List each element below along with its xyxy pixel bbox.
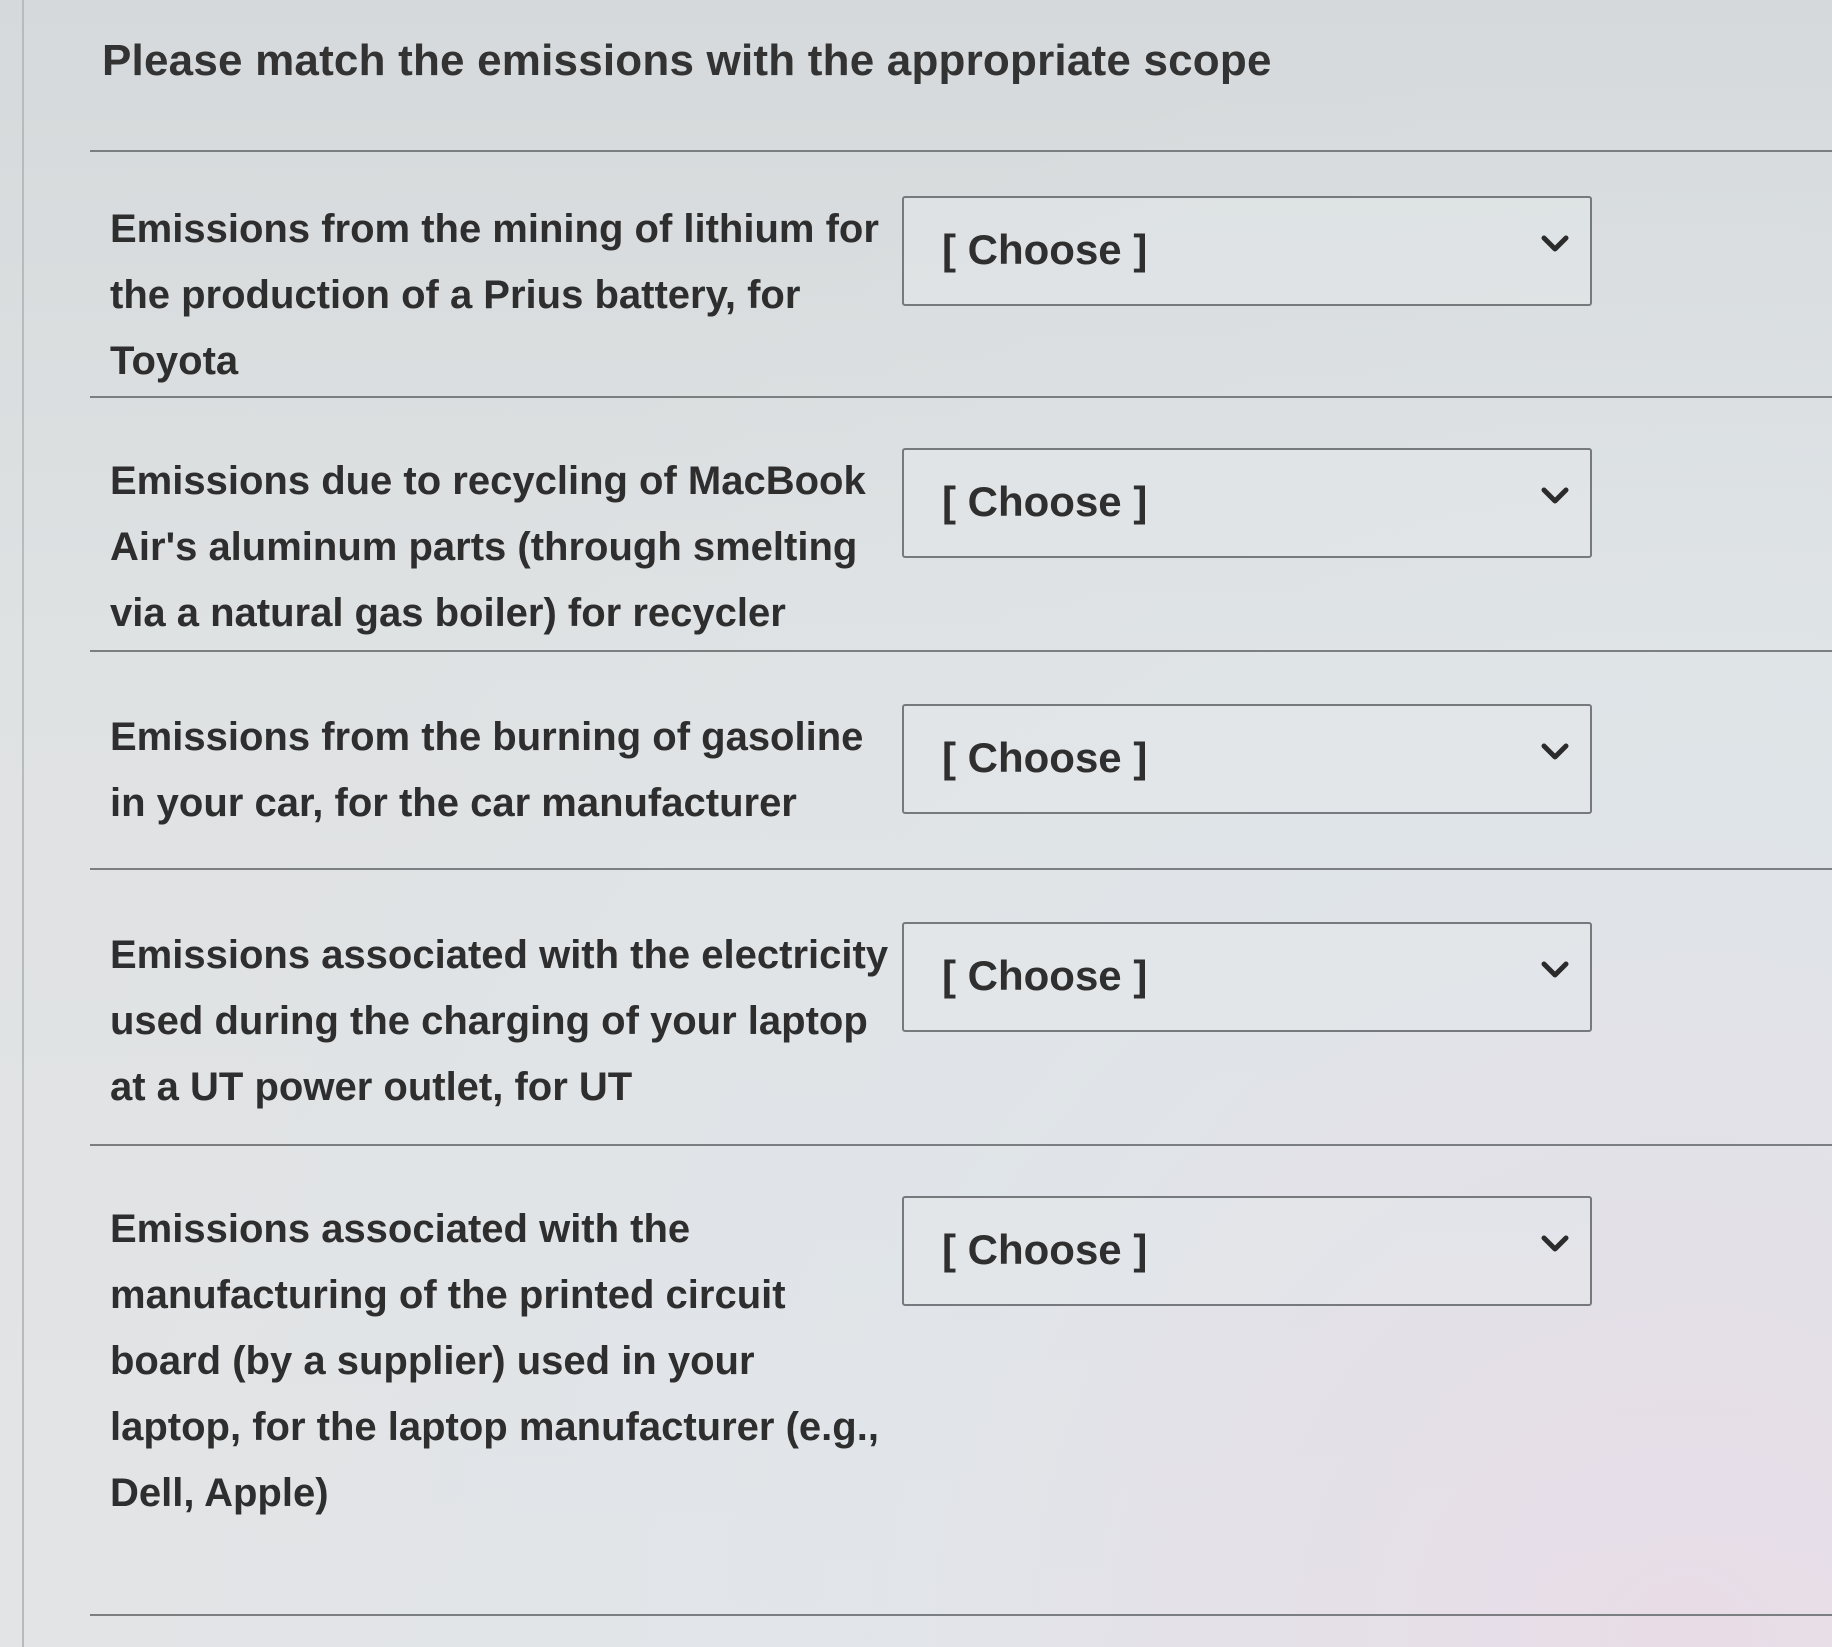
left-border <box>22 0 24 1647</box>
chevron-down-icon <box>1541 487 1569 504</box>
row-divider-4 <box>90 1144 1832 1146</box>
row-divider-2 <box>90 650 1832 652</box>
row-divider-3 <box>90 868 1832 870</box>
scope-select-value-3: [ Choose ] <box>942 734 1148 781</box>
matching-question: Please match the emissions with the appr… <box>80 0 1832 1647</box>
header-divider <box>90 150 1832 152</box>
scope-select-2[interactable]: [ Choose ] <box>902 448 1592 558</box>
chevron-down-icon <box>1541 743 1569 760</box>
chevron-down-icon <box>1541 235 1569 252</box>
emission-label-3: Emissions from the burning of gasoline i… <box>110 715 864 825</box>
scope-select-value-5: [ Choose ] <box>942 1226 1148 1273</box>
quiz-screen: Please match the emissions with the appr… <box>0 0 1832 1647</box>
emission-label-4: Emissions associated with the electricit… <box>110 933 889 1109</box>
chevron-down-icon <box>1541 961 1569 978</box>
scope-select-1[interactable]: [ Choose ] <box>902 196 1592 306</box>
scope-select-value-2: [ Choose ] <box>942 478 1148 525</box>
emission-label-5: Emissions associated with the manufactur… <box>110 1207 879 1515</box>
scope-select-value-4: [ Choose ] <box>942 952 1148 999</box>
scope-select-value-1: [ Choose ] <box>942 226 1148 273</box>
scope-select-3[interactable]: [ Choose ] <box>902 704 1592 814</box>
row-divider-1 <box>90 396 1832 398</box>
scope-select-4[interactable]: [ Choose ] <box>902 922 1592 1032</box>
question-title: Please match the emissions with the appr… <box>102 36 1272 85</box>
scope-select-5[interactable]: [ Choose ] <box>902 1196 1592 1306</box>
emission-label-2: Emissions due to recycling of MacBook Ai… <box>110 459 866 635</box>
chevron-down-icon <box>1541 1235 1569 1252</box>
row-divider-5 <box>90 1614 1832 1616</box>
emission-label-1: Emissions from the mining of lithium for… <box>110 207 879 383</box>
